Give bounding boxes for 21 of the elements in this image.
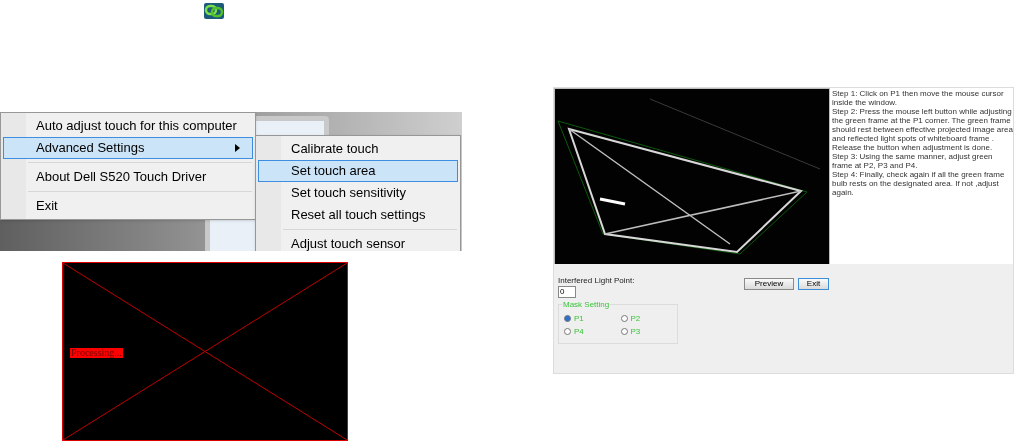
- exit-button[interactable]: Exit: [798, 278, 829, 290]
- menu-item[interactable]: Advanced Settings: [3, 137, 253, 159]
- interfered-point-field[interactable]: 0: [558, 286, 576, 298]
- menu-item[interactable]: Adjust touch sensor: [258, 226, 458, 251]
- preview-button[interactable]: Preview: [744, 278, 794, 290]
- group-title: Mask Setting: [562, 300, 611, 309]
- instruction-text: Step 4: Finally, check again if all the green frame bulb rests on the designated area. If not ,adjust again.: [832, 170, 1006, 197]
- menu-item[interactable]: About Dell S520 Touch Driver: [3, 159, 253, 188]
- chain-link-icon[interactable]: [204, 3, 224, 19]
- instruction-text: Step 1: Click on P1 then move the mouse cursor inside the window.: [832, 89, 1005, 107]
- instruction-text: Step 3: Using the same manner, adjust green frame at P2, P3 and P4.: [832, 152, 994, 170]
- menu-item[interactable]: Auto adjust touch for this computer: [3, 115, 253, 137]
- processing-label: Processing...: [70, 348, 123, 358]
- menu-item[interactable]: Exit: [3, 188, 253, 217]
- menu-item[interactable]: Set touch area: [258, 160, 458, 182]
- menu-item[interactable]: Reset all touch settings: [258, 204, 458, 226]
- submenu-arrow-icon: [235, 144, 240, 152]
- instruction-text: Step 2: Press the mouse left button while adjusting the green frame at the P1 corner. The green frame should rest between effective projected image area and reflected light spots of whiteboard frame . Release the button when adjustment is done.: [832, 107, 1013, 152]
- menu-item[interactable]: Calibrate touch: [258, 138, 458, 160]
- field-label: Interfered Light Point:: [558, 276, 636, 285]
- menu-item[interactable]: Set touch sensitivity: [258, 182, 458, 204]
